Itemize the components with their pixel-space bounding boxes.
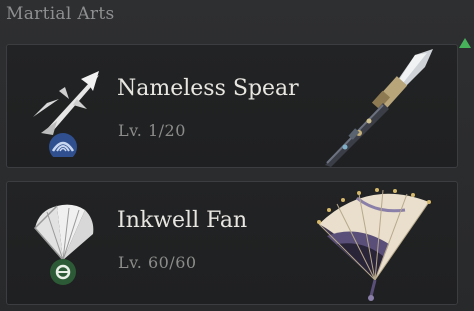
spear-skill-icon <box>29 69 109 161</box>
martial-art-level: Lv. 60/60 <box>118 253 197 272</box>
martial-art-name: Inkwell Fan <box>117 208 248 233</box>
martial-art-name: Nameless Spear <box>117 76 299 101</box>
scroll-up-arrow-icon[interactable] <box>459 38 471 48</box>
fan-skill-icon <box>29 198 109 286</box>
section-title: Martial Arts <box>6 4 115 24</box>
martial-arts-panel: Martial Arts Nameless Spear Lv. 1/20 Ink… <box>0 0 474 311</box>
fan-weapon-art <box>297 184 447 304</box>
martial-art-card-inkwell-fan[interactable]: Inkwell Fan Lv. 60/60 <box>6 181 458 305</box>
martial-art-card-nameless-spear[interactable]: Nameless Spear Lv. 1/20 <box>6 44 458 168</box>
martial-art-level: Lv. 1/20 <box>118 121 186 140</box>
spear-weapon-art <box>297 47 447 167</box>
